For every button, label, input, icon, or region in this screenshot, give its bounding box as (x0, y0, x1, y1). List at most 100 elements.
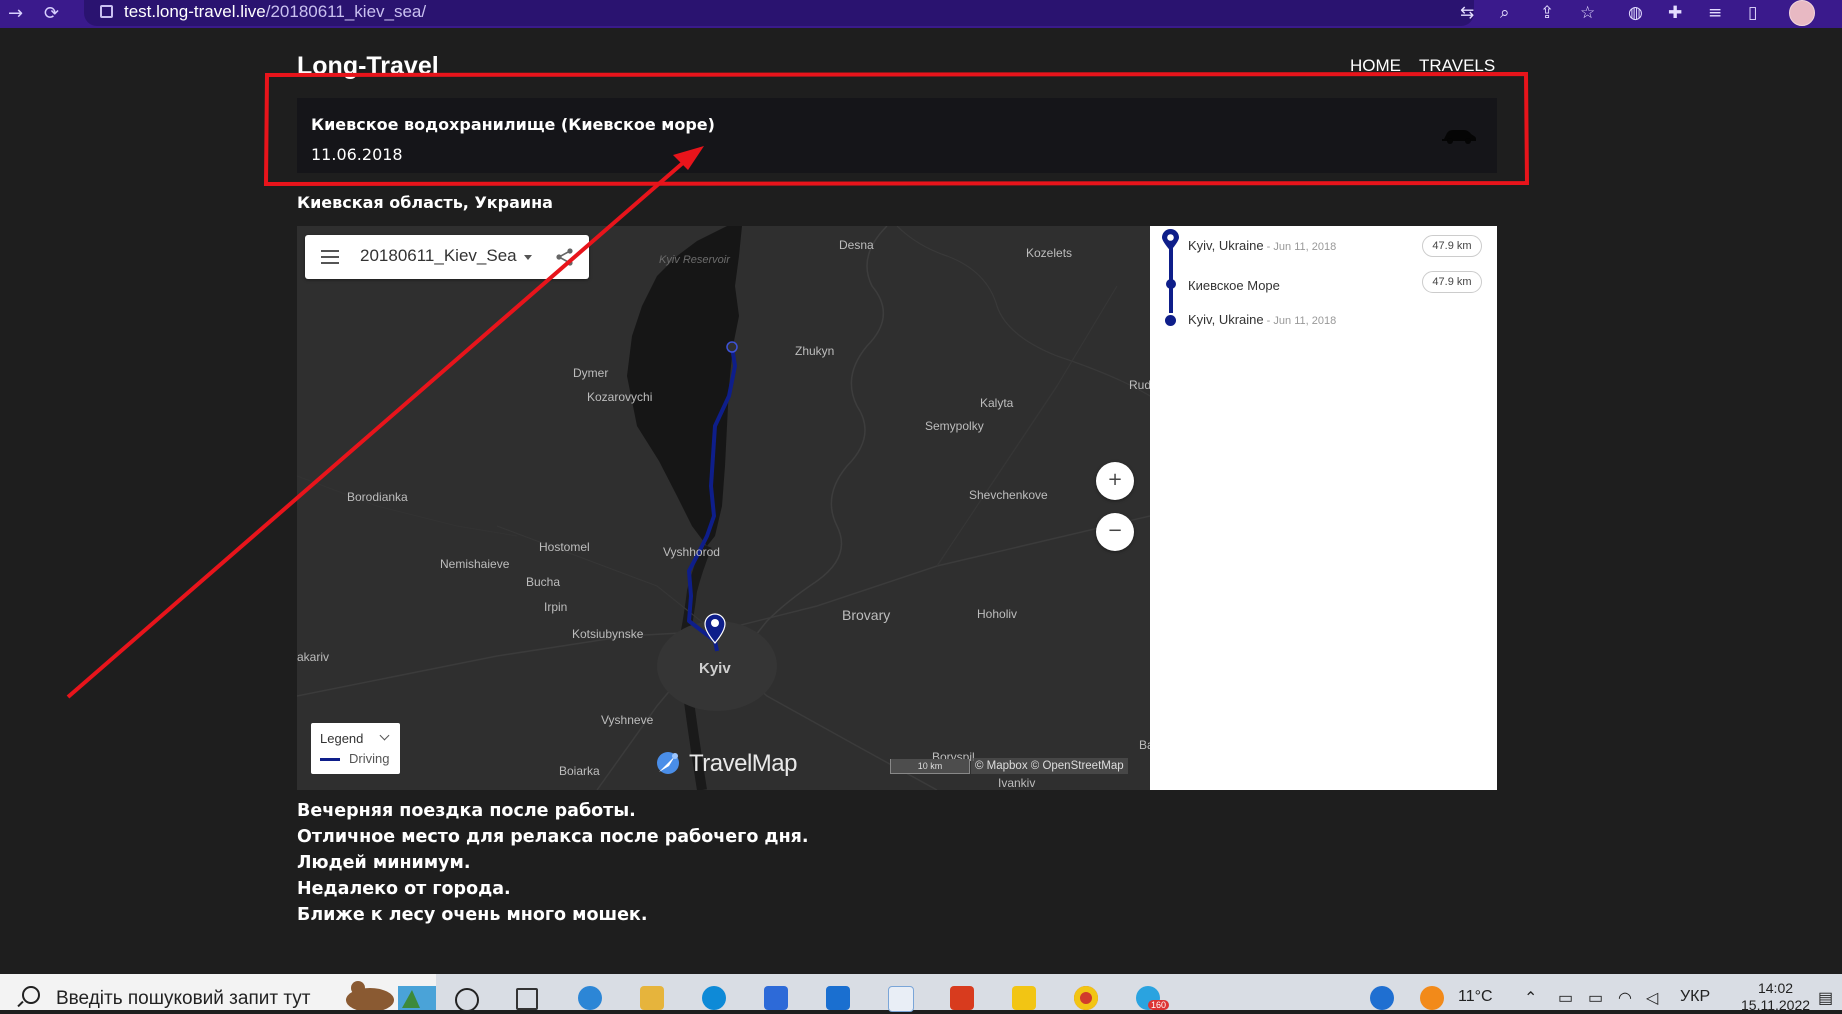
place-label: Nemishaieve (440, 557, 510, 571)
translate-icon[interactable]: ⇆ (1460, 3, 1474, 23)
skype-icon[interactable] (702, 986, 726, 1010)
map-attribution[interactable]: © Mapbox © OpenStreetMap (971, 758, 1128, 774)
place-label: Desna (839, 238, 874, 252)
stop-distance-badge: 47.9 km (1422, 271, 1482, 293)
chrome-icon[interactable] (1074, 986, 1098, 1010)
search-placeholder[interactable]: Введіть пошуковий запит тут (56, 988, 310, 1010)
help-icon[interactable] (1370, 986, 1394, 1010)
zoom-out-button[interactable]: − (1096, 513, 1134, 551)
map-scale-bar: 10 km (890, 759, 970, 774)
place-label: Rud (1129, 378, 1150, 392)
forward-icon[interactable]: → (8, 3, 23, 24)
place-label: Kyiv (699, 660, 731, 677)
description-line: Людей минимум. (297, 853, 471, 873)
bookmark-star-icon[interactable]: ☆ (1580, 3, 1595, 23)
store-icon[interactable] (764, 986, 788, 1010)
place-label: Shevchenkove (969, 488, 1048, 502)
notifications-icon[interactable]: ▤ (1818, 988, 1833, 1008)
trip-title: Киевское водохранилище (Киевское море) (311, 115, 715, 134)
place-label: Kozarovychi (587, 390, 653, 404)
reload-icon[interactable]: ⟳ (44, 3, 59, 24)
search-icon (22, 986, 40, 1004)
place-label: Dymer (573, 366, 609, 380)
clock-time: 14:02 (1757, 980, 1794, 996)
place-label: Hoholiv (977, 607, 1018, 621)
place-label: Boiarka (559, 764, 600, 778)
profile-avatar[interactable] (1789, 0, 1815, 26)
share-icon[interactable] (554, 246, 576, 268)
clock-date: 15.11.2022 (1741, 997, 1811, 1013)
map-basemap[interactable] (297, 226, 1150, 790)
windows-taskbar: Введіть пошуковий запит тут 160 11°C ⌃ ▭… (0, 974, 1842, 1013)
description-line: Отличное место для релакса после рабочег… (297, 827, 809, 847)
map-legend[interactable]: Legend Driving (311, 723, 400, 774)
address-bar[interactable]: test.long-travel.live/20180611_kiev_sea/ (84, 0, 1474, 26)
stop-distance-badge: 47.9 km (1422, 235, 1482, 257)
cortana-icon[interactable] (455, 988, 479, 1012)
weather-icon[interactable] (1420, 986, 1444, 1010)
stop-name: Киевское Море (1188, 278, 1280, 293)
system-clock[interactable]: 14:02 15.11.2022 (1741, 980, 1810, 1014)
nav-travels-link[interactable]: TRAVELS (1419, 56, 1495, 76)
chevron-up-icon[interactable]: ⌃ (1524, 988, 1537, 1008)
site-title[interactable]: Long-Travel (297, 52, 439, 81)
caret-down-icon[interactable] (524, 255, 532, 260)
search-highlight-illustration (346, 981, 436, 1010)
input-language[interactable]: УКР (1680, 988, 1710, 1006)
globe-extension-icon[interactable]: ◍ (1628, 3, 1643, 23)
edge-icon[interactable] (578, 986, 602, 1010)
legend-title: Legend (320, 731, 364, 746)
stop-item[interactable]: Kyiv, Ukraine - Jun 11, 2018 47.9 km (1150, 229, 1497, 262)
place-label: Kalyta (980, 396, 1014, 410)
place-label: Kyiv Reservoir (659, 254, 730, 266)
url-text[interactable]: test.long-travel.live/20180611_kiev_sea/ (124, 2, 426, 22)
place-label: akariv (297, 650, 330, 664)
place-label: Vyshhorod (663, 545, 720, 559)
sticky-notes-icon[interactable] (1012, 986, 1036, 1010)
travelmap-logo[interactable]: TravelMap (655, 746, 797, 780)
stop-dot (1165, 315, 1176, 326)
notepad-icon[interactable] (888, 986, 914, 1012)
mail-icon[interactable] (826, 986, 850, 1010)
place-label: Kozelets (1026, 246, 1073, 260)
place-label: Borodianka (347, 490, 408, 504)
place-label: Kotsiubynske (572, 627, 644, 641)
volume-icon[interactable]: ◁ (1646, 988, 1658, 1008)
description-line: Ближе к лесу очень много мошек. (297, 905, 648, 925)
weather-temperature[interactable]: 11°C (1458, 988, 1493, 1006)
place-label: Irpin (544, 600, 568, 614)
stop-dot (1166, 279, 1176, 289)
place-label: Ba (1139, 738, 1150, 752)
stops-panel: Kyiv, Ukraine - Jun 11, 2018 47.9 km Кие… (1150, 226, 1497, 790)
office-icon[interactable] (950, 986, 974, 1010)
file-explorer-icon[interactable] (640, 986, 664, 1010)
share-page-icon[interactable]: ⇪ (1540, 3, 1554, 23)
nav-home-link[interactable]: HOME (1350, 56, 1401, 76)
meet-icon[interactable]: ▭ (1558, 988, 1573, 1008)
chevron-down-icon[interactable] (379, 730, 390, 741)
stop-item[interactable]: Киевское Море 47.9 km (1150, 271, 1497, 302)
trip-region: Киевская область, Украина (297, 193, 553, 212)
lock-icon (100, 5, 113, 18)
task-view-icon[interactable] (516, 988, 538, 1010)
zoom-in-button[interactable]: + (1096, 462, 1134, 500)
zoom-icon[interactable]: ⌕ (1500, 3, 1510, 23)
map-title-dropdown[interactable]: 20180611_Kiev_Sea (360, 246, 517, 266)
telegram-badge: 160 (1148, 1000, 1170, 1010)
taskbar-search[interactable]: Введіть пошуковий запит тут (0, 974, 436, 1010)
stop-item[interactable]: Kyiv, Ukraine - Jun 11, 2018 (1150, 312, 1497, 342)
hamburger-menu-icon[interactable] (321, 250, 339, 264)
place-label: Zhukyn (795, 344, 835, 358)
travel-map[interactable]: Desna Kozelets Kyiv Reservoir Zhukyn Dym… (297, 226, 1150, 790)
battery-icon[interactable]: ▭ (1588, 988, 1603, 1008)
place-label: Semypolky (925, 419, 984, 433)
reading-list-icon[interactable]: ≡ (1708, 3, 1722, 23)
stop-name: Kyiv, Ukraine - Jun 11, 2018 (1188, 238, 1337, 253)
place-label: Vyshneve (601, 713, 654, 727)
wifi-icon[interactable]: ◠ (1618, 988, 1632, 1008)
trip-header-card: Киевское водохранилище (Киевское море) 1… (297, 98, 1497, 173)
travelmap-logo-icon (657, 752, 679, 774)
map-toolbar: 20180611_Kiev_Sea (305, 235, 589, 279)
side-panel-icon[interactable]: ▯ (1748, 3, 1757, 23)
extensions-puzzle-icon[interactable]: ✚ (1668, 3, 1682, 23)
